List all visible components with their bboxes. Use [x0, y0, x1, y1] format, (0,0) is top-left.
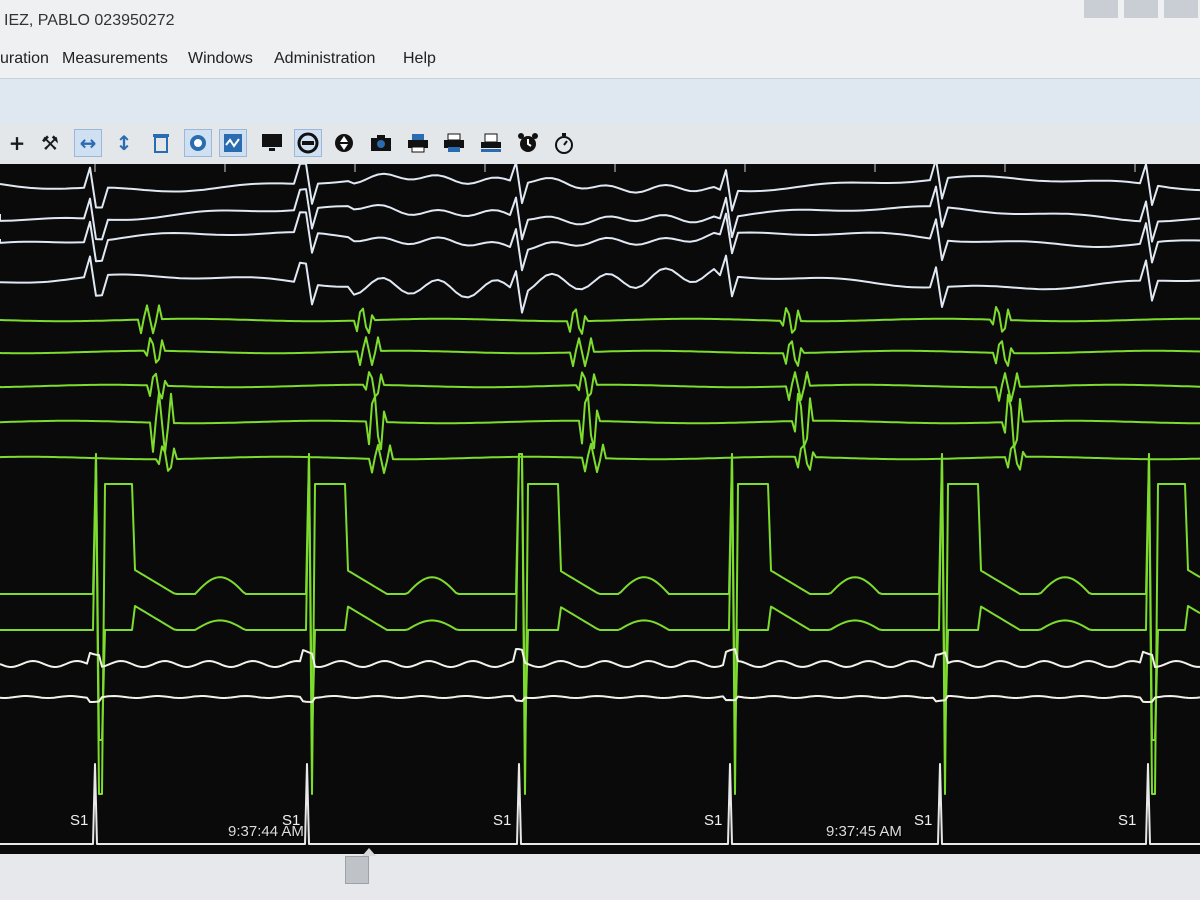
intracardiac-channel-trace [0, 336, 1200, 368]
pacing-channel-trace [0, 453, 1200, 795]
menu-help[interactable]: Help [403, 50, 436, 68]
stim-marker-label: S1 [70, 812, 89, 829]
intracardiac-channel-trace [0, 442, 1200, 474]
stim-marker-label: S1 [914, 812, 933, 829]
surface-channel-trace [0, 164, 1200, 212]
menu-windows[interactable]: Windows [188, 50, 253, 68]
up-down-icon[interactable] [330, 129, 358, 157]
menu-administration[interactable]: Administration [274, 50, 375, 68]
stim-marker-label: S1 [493, 812, 512, 829]
timestamp-label: 9:37:45 AM [826, 823, 902, 840]
toolbar: + ⚒ ↔ ↕ [0, 124, 1200, 165]
printer-icon[interactable] [404, 129, 432, 157]
camera-icon[interactable] [367, 129, 395, 157]
menu-bar: uration Measurements Windows Administrat… [0, 42, 1200, 78]
horizontal-scrollbar-thumb[interactable] [345, 856, 369, 884]
intracardiac-channel-trace [0, 391, 1200, 454]
stim-marker-label: S1 [704, 812, 723, 829]
stim-marker-label: S1 [1118, 812, 1137, 829]
patient-title: IEZ, PABLO 023950272 [4, 12, 175, 29]
surface-channel-trace [0, 254, 1200, 314]
scroll-indicator-icon[interactable] [362, 848, 376, 856]
print-preview-icon[interactable] [477, 129, 505, 157]
stopwatch-icon[interactable] [550, 129, 578, 157]
expand-horizontal-icon[interactable]: ↔ [74, 129, 102, 157]
stim-marker-channel [0, 763, 1200, 845]
ep-tracing-display[interactable] [0, 164, 1200, 854]
alarm-clock-icon[interactable] [514, 129, 542, 157]
tools-icon[interactable]: ⚒ [36, 129, 64, 157]
trash-icon[interactable] [147, 129, 175, 157]
menu-measurements[interactable]: Measurements [62, 50, 168, 68]
toggle-icon[interactable] [184, 129, 212, 157]
header-band [0, 78, 1200, 125]
minimize-button[interactable] [1084, 0, 1118, 18]
waveform-icon[interactable] [219, 129, 247, 157]
monitor-icon[interactable] [258, 129, 286, 157]
title-bar: IEZ, PABLO 023950272 [0, 0, 1200, 42]
menu-configuration[interactable]: uration [0, 50, 49, 68]
close-button[interactable] [1164, 0, 1198, 18]
reference-channel-trace [0, 648, 1200, 668]
bottom-scroll-area [0, 854, 1200, 900]
plus-icon[interactable]: + [3, 129, 31, 157]
reference-channel-trace [0, 695, 1200, 703]
intracardiac-channel-trace [0, 304, 1200, 335]
expand-vertical-icon[interactable]: ↕ [110, 129, 138, 157]
intracardiac-channel-trace [0, 371, 1200, 402]
printer-alt-icon[interactable] [440, 129, 468, 157]
maximize-button[interactable] [1124, 0, 1158, 18]
surface-channel-trace [0, 211, 1200, 272]
stim-marker-label: S1 [282, 812, 301, 829]
waveform-canvas [0, 164, 1200, 845]
refresh-icon[interactable] [294, 129, 322, 157]
